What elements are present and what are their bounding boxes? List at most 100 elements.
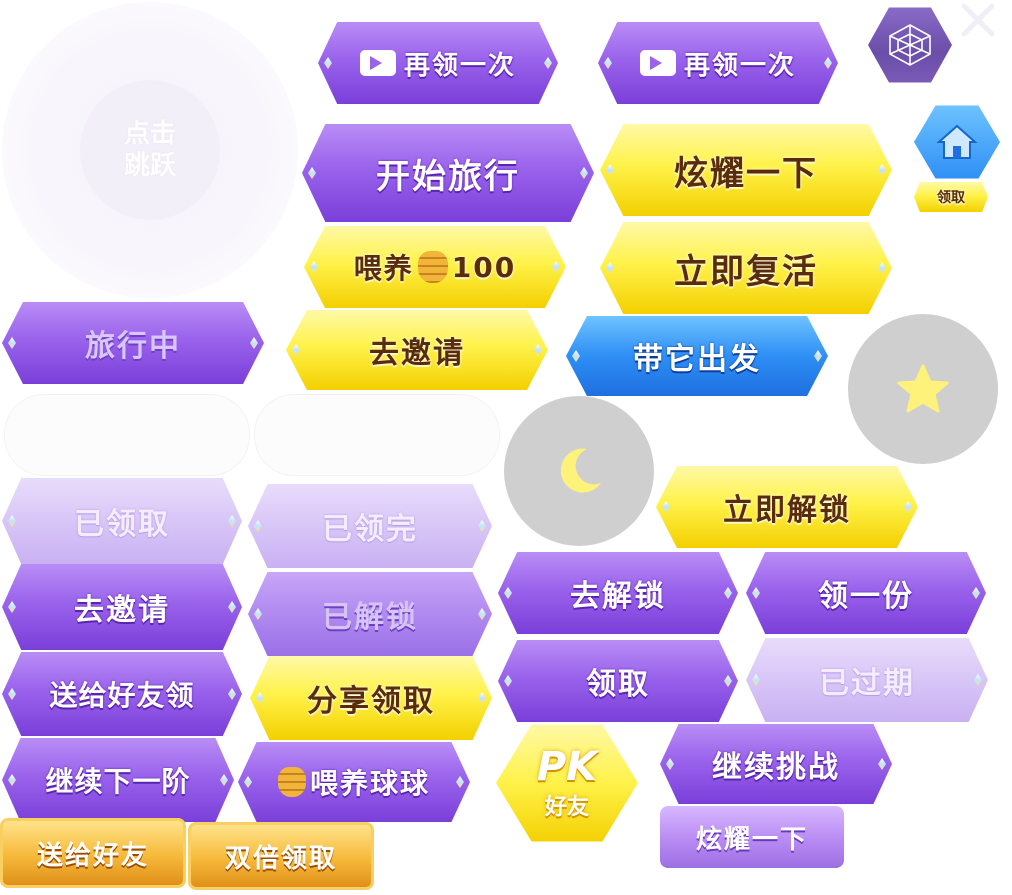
share-claim-button[interactable]: 分享领取 [250, 656, 492, 740]
gem-icon [478, 692, 486, 704]
gem-icon [534, 344, 542, 356]
gem-icon [904, 501, 912, 513]
start-travel-label: 开始旅行 [376, 156, 520, 197]
moon-circle-button[interactable] [504, 396, 654, 546]
gem-icon [604, 57, 612, 69]
video-icon [639, 50, 676, 76]
gem-icon [552, 261, 560, 273]
jump-inner-circle: 点击 跳跃 [80, 80, 220, 220]
gem-icon [580, 167, 588, 179]
gem-icon [310, 261, 318, 273]
home-icon [936, 124, 978, 159]
jump-label-2: 跳跃 [123, 151, 176, 181]
gem-icon [8, 515, 16, 527]
continue-challenge-label: 继续挑战 [712, 750, 840, 785]
gem-icon [504, 675, 512, 687]
close-icon[interactable] [958, 0, 998, 40]
traveling-label: 旅行中 [85, 329, 181, 364]
claimed-all-button: 已领完 [248, 484, 492, 568]
continue-challenge-button[interactable]: 继续挑战 [660, 724, 892, 804]
claimed-label: 已领取 [74, 507, 170, 542]
start-travel-button[interactable]: 开始旅行 [302, 124, 594, 222]
go-unlock-button[interactable]: 去解锁 [498, 552, 738, 634]
feed-label: 喂养 [353, 252, 414, 285]
gem-icon [606, 164, 614, 176]
take-it-out-button[interactable]: 带它出发 [566, 316, 828, 396]
unlock-now-label: 立即解锁 [723, 493, 851, 528]
gem-icon [256, 692, 264, 704]
feed-ball-button[interactable]: 喂养球球 [238, 742, 470, 822]
invite-button-2[interactable]: 去邀请 [2, 564, 242, 650]
star-circle-button[interactable] [848, 314, 998, 464]
show-off-small-label: 炫耀一下 [695, 824, 808, 855]
pk-friend-label: 好友 [544, 795, 589, 820]
get-one-button[interactable]: 领一份 [746, 552, 986, 634]
again-button-1[interactable]: 再领一次 [318, 22, 558, 104]
invite-button-1[interactable]: 去邀请 [286, 310, 548, 390]
revive-label: 立即复活 [674, 251, 818, 292]
revive-button[interactable]: 立即复活 [600, 222, 892, 314]
send-friend-claim-label: 送给好友领 [49, 679, 195, 712]
gem-icon [228, 515, 236, 527]
feed-amount: 100 [451, 250, 517, 284]
claimed-all-label: 已领完 [322, 512, 418, 547]
again-button-2[interactable]: 再领一次 [598, 22, 838, 104]
send-friend-button[interactable]: 送给好友 [0, 818, 186, 888]
double-claim-label: 双倍领取 [224, 843, 337, 874]
traveling-button[interactable]: 旅行中 [2, 302, 264, 384]
faint-pill-left[interactable] [4, 394, 250, 476]
gem-icon [8, 601, 16, 613]
gem-icon [456, 776, 464, 788]
unlocked-button: 已解锁 [248, 572, 492, 656]
feed-button[interactable]: 喂养 100 [304, 226, 566, 308]
double-claim-button[interactable]: 双倍领取 [188, 822, 374, 890]
show-off-label: 炫耀一下 [674, 153, 818, 194]
next-stage-button[interactable]: 继续下一阶 [2, 738, 234, 822]
faint-pill-right[interactable] [254, 394, 500, 476]
show-off-small-button[interactable]: 炫耀一下 [660, 806, 844, 868]
gem-icon [324, 57, 332, 69]
feed-ball-label: 喂养球球 [309, 767, 430, 800]
gem-icon [228, 601, 236, 613]
next-stage-label: 继续下一阶 [45, 765, 191, 798]
gem-icon [254, 520, 262, 532]
expired-button: 已过期 [746, 638, 988, 722]
gem-icon [544, 57, 552, 69]
claim-button[interactable]: 领取 [498, 640, 738, 722]
again-label-1: 再领一次 [403, 50, 516, 81]
send-friend-label: 送给好友 [36, 840, 149, 871]
gem-icon [308, 167, 316, 179]
home-claim-button[interactable]: 领取 [914, 182, 988, 212]
home-claim-label: 领取 [937, 190, 965, 206]
gem-icon [752, 587, 760, 599]
gem-icon [8, 774, 16, 786]
gem-icon [606, 262, 614, 274]
pk-friend-button[interactable]: PK 好友 [496, 724, 638, 842]
gem-icon [292, 344, 300, 356]
gem-icon [666, 758, 674, 770]
network-hex-icon[interactable] [868, 7, 952, 83]
hive-icon [417, 251, 448, 283]
jump-circle[interactable]: 点击 跳跃 [2, 2, 298, 298]
gem-icon [254, 608, 262, 620]
go-unlock-label: 去解锁 [570, 579, 666, 614]
pk-label: PK [536, 744, 598, 790]
gem-icon [478, 520, 486, 532]
show-off-button[interactable]: 炫耀一下 [600, 124, 892, 216]
star-icon [897, 364, 949, 413]
gem-icon [878, 164, 886, 176]
send-friend-claim-button[interactable]: 送给好友领 [2, 652, 242, 736]
gem-icon [752, 674, 760, 686]
take-it-out-label: 带它出发 [633, 342, 761, 377]
gem-icon [244, 776, 252, 788]
gem-icon [220, 774, 228, 786]
unlock-now-button[interactable]: 立即解锁 [656, 466, 918, 548]
gem-icon [572, 350, 580, 362]
gem-icon [478, 608, 486, 620]
gem-icon [250, 337, 258, 349]
home-hex-button[interactable] [914, 105, 1000, 179]
gem-icon [972, 587, 980, 599]
gem-icon [8, 688, 16, 700]
gem-icon [878, 262, 886, 274]
web-icon [889, 24, 931, 66]
